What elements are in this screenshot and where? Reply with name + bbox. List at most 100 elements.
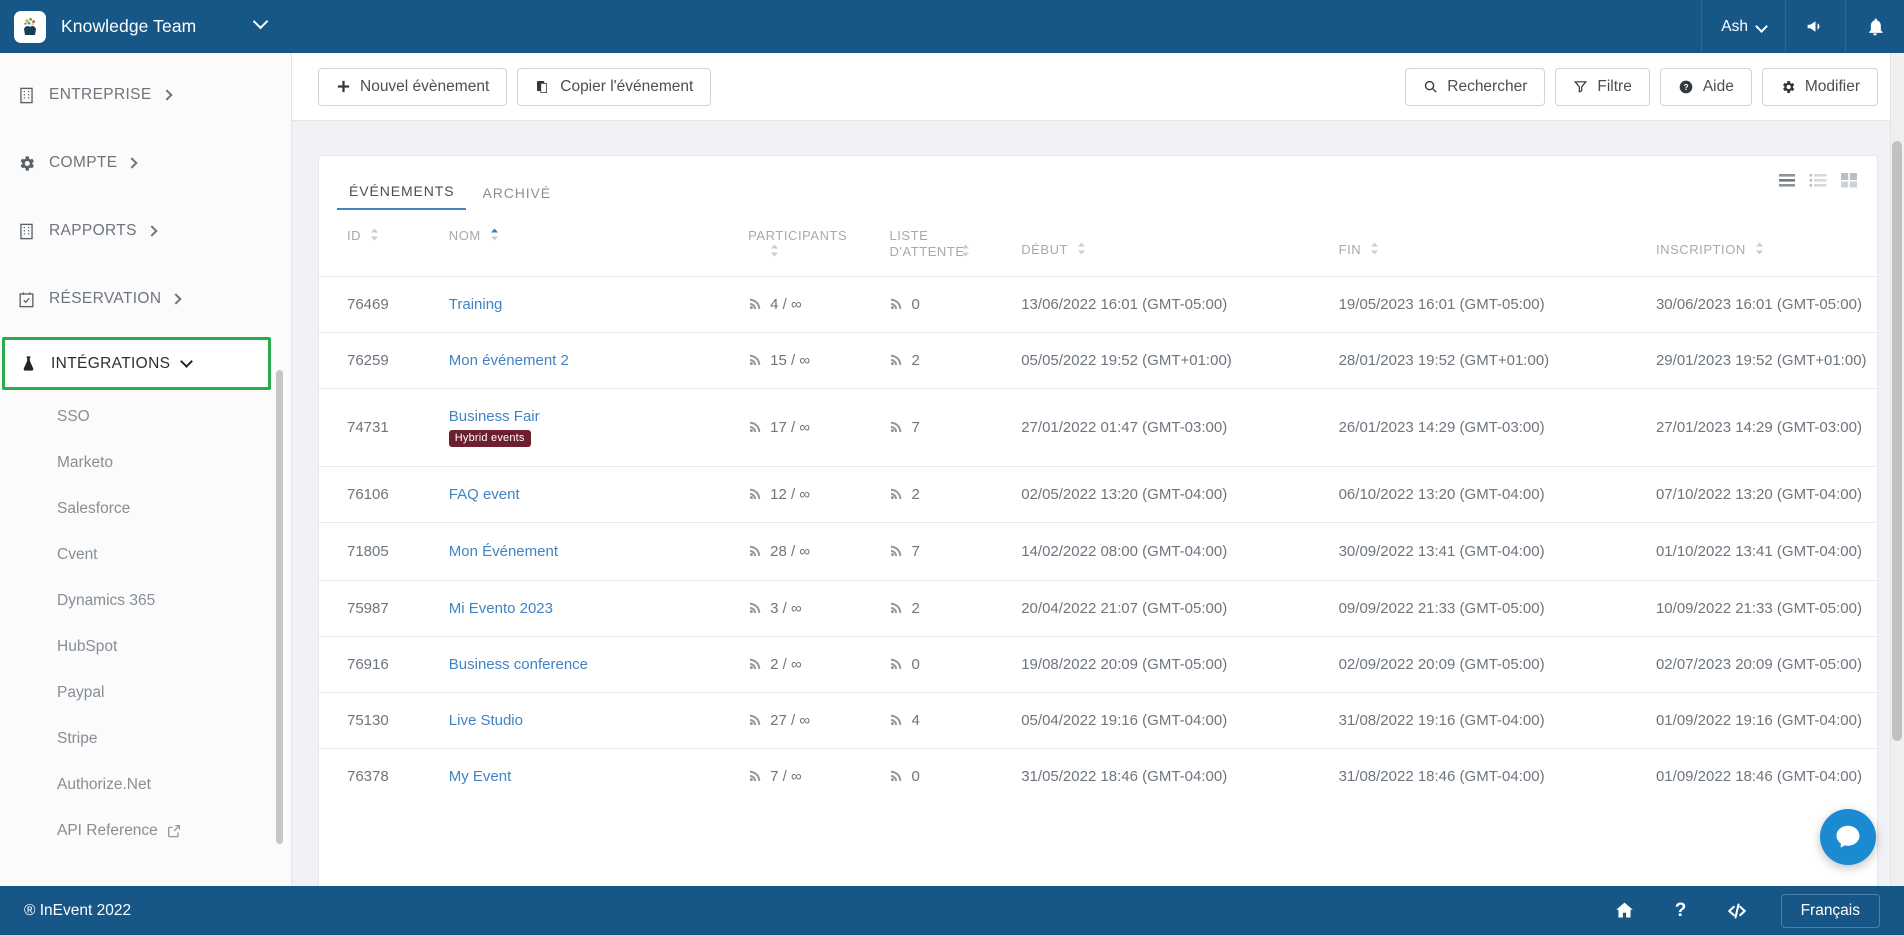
event-name-link[interactable]: Training <box>449 296 503 313</box>
cell-participants: 7 / ∞ <box>738 748 880 804</box>
event-name-link[interactable]: Mon Événement <box>449 543 558 560</box>
table-row[interactable]: 76469 Training 4 / ∞ 0 13/06/2022 16:01 … <box>319 275 1877 332</box>
copy-event-button[interactable]: Copier l'événement <box>517 67 712 106</box>
sidebar-item-marketo[interactable]: Marketo <box>0 440 291 486</box>
page-scrollbar-thumb[interactable] <box>1892 141 1902 741</box>
event-name-link[interactable]: Live Studio <box>449 712 523 729</box>
sidebar-item-cvent[interactable]: Cvent <box>0 532 291 578</box>
cell-registration: 02/07/2023 20:09 (GMT-05:00) <box>1645 636 1877 693</box>
sidebar-item-entreprise[interactable]: ENTREPRISE <box>0 61 291 129</box>
sidebar-item-label: RAPPORTS <box>49 222 137 239</box>
table-row[interactable]: 76259 Mon événement 2 15 / ∞ 2 05/05/202… <box>319 331 1877 388</box>
cell-waitlist: 0 <box>879 275 1012 332</box>
event-name-link[interactable]: Business conference <box>449 656 588 673</box>
cell-start: 19/08/2022 20:09 (GMT-05:00) <box>1011 636 1329 693</box>
participants-value: 17 / ∞ <box>770 418 811 436</box>
event-name-link[interactable]: Business Fair <box>449 408 540 425</box>
table-row[interactable]: 75130 Live Studio 27 / ∞ 4 05/04/2022 19… <box>319 692 1877 749</box>
brand-switcher[interactable]: Knowledge Team <box>0 0 292 53</box>
cell-participants: 2 / ∞ <box>738 636 880 693</box>
column-label: FIN <box>1338 242 1362 258</box>
cell-waitlist: 0 <box>879 748 1012 804</box>
sidebar-item-sso[interactable]: SSO <box>0 394 291 440</box>
table-row[interactable]: 76916 Business conference 2 / ∞ 0 19/08/… <box>319 636 1877 693</box>
search-label: Rechercher <box>1447 77 1528 95</box>
sort-icon <box>1755 242 1764 259</box>
tab-archive[interactable]: ARCHIVÉ <box>470 185 563 210</box>
participants-value: 12 / ∞ <box>770 485 811 503</box>
edit-button[interactable]: Modifier <box>1761 67 1878 106</box>
sidebar-subitem-label: Marketo <box>57 454 113 471</box>
chat-bubble-icon[interactable] <box>1820 809 1876 865</box>
table-row[interactable]: 76106 FAQ event 12 / ∞ 2 02/05/2022 13:2… <box>319 465 1877 522</box>
question-mark-icon[interactable]: ? <box>1653 886 1709 935</box>
page-scrollbar-track[interactable] <box>1890 53 1904 886</box>
filter-button[interactable]: Filtre <box>1555 67 1650 106</box>
filter-icon <box>1573 79 1588 94</box>
home-icon[interactable] <box>1597 886 1653 935</box>
participants-value: 4 / ∞ <box>770 295 802 313</box>
table-row[interactable]: 76378 My Event 7 / ∞ 0 31/05/2022 18:46 … <box>319 748 1877 804</box>
sidebar-item-hubspot[interactable]: HubSpot <box>0 624 291 670</box>
participants-value: 15 / ∞ <box>770 351 811 369</box>
cell-end: 26/01/2023 14:29 (GMT-03:00) <box>1328 387 1646 466</box>
cell-id: 76106 <box>319 465 439 522</box>
waitlist-value: 0 <box>911 656 920 673</box>
sidebar-item-stripe[interactable]: Stripe <box>0 716 291 762</box>
search-icon <box>1423 79 1438 94</box>
sidebar-item-authorize-net[interactable]: Authorize.Net <box>0 762 291 808</box>
list-view-icon[interactable] <box>1777 170 1797 190</box>
column-header-id[interactable]: ID <box>319 210 439 276</box>
event-name-link[interactable]: Mi Evento 2023 <box>449 600 553 617</box>
column-header-liste-dattente[interactable]: LISTE D'ATTENTE <box>879 210 1011 276</box>
footer-copyright: ® InEvent 2022 <box>24 901 132 919</box>
sort-icon <box>1370 242 1379 259</box>
megaphone-icon[interactable] <box>1785 0 1845 53</box>
column-label: LISTE D'ATTENTE <box>889 228 965 260</box>
cell-start: 13/06/2022 16:01 (GMT-05:00) <box>1011 275 1329 332</box>
search-button[interactable]: Rechercher <box>1405 67 1546 106</box>
cell-participants: 12 / ∞ <box>738 465 880 522</box>
bell-icon[interactable] <box>1845 0 1904 53</box>
cell-registration: 01/09/2022 18:46 (GMT-04:00) <box>1645 748 1877 804</box>
table-row[interactable]: 74731 Business Fair Hybrid events 17 / ∞… <box>319 387 1877 466</box>
user-menu[interactable]: Ash <box>1701 0 1785 53</box>
event-name-link[interactable]: Mon événement 2 <box>449 352 569 369</box>
grid-view-icon[interactable] <box>1839 170 1859 190</box>
tab-evenements[interactable]: ÉVÉNEMENTS <box>337 183 467 210</box>
table-row[interactable]: 75987 Mi Evento 2023 3 / ∞ 2 20/04/2022 … <box>319 580 1877 637</box>
new-event-button[interactable]: Nouvel évènement <box>318 67 508 106</box>
chevron-down-icon[interactable] <box>252 13 269 31</box>
sidebar-item-api-reference[interactable]: API Reference <box>0 808 291 854</box>
sidebar-scrollbar-track[interactable] <box>276 106 287 886</box>
sidebar-scrollbar-thumb[interactable] <box>276 370 283 844</box>
sort-icon-asc <box>490 228 499 245</box>
sidebar-item-dynamics-365[interactable]: Dynamics 365 <box>0 578 291 624</box>
column-header-inscription[interactable]: INSCRIPTION <box>1646 210 1877 276</box>
event-name-link[interactable]: My Event <box>449 768 512 785</box>
column-header-fin[interactable]: FIN <box>1329 210 1646 276</box>
column-header-debut[interactable]: DÉBUT <box>1011 210 1328 276</box>
detail-list-view-icon[interactable] <box>1808 170 1828 190</box>
column-header-nom[interactable]: NOM <box>439 210 738 276</box>
sidebar-item-rapports[interactable]: RAPPORTS <box>0 197 291 265</box>
sort-icon <box>1077 242 1086 259</box>
code-icon[interactable] <box>1709 886 1765 935</box>
event-name-link[interactable]: FAQ event <box>449 486 520 503</box>
sidebar-item-paypal[interactable]: Paypal <box>0 670 291 716</box>
sidebar-item-compte[interactable]: COMPTE <box>0 129 291 197</box>
sidebar-item-salesforce[interactable]: Salesforce <box>0 486 291 532</box>
table-header: ID NOM PARTICIPANTS LISTE D'ATTENTE DÉBU… <box>319 210 1877 276</box>
sidebar-item-reservation[interactable]: RÉSERVATION <box>0 265 291 333</box>
cell-participants: 15 / ∞ <box>738 331 880 388</box>
column-header-participants[interactable]: PARTICIPANTS <box>738 210 879 276</box>
sidebar-item-integrations[interactable]: INTÉGRATIONS <box>2 337 271 390</box>
language-selector[interactable]: Français <box>1780 893 1880 928</box>
help-button[interactable]: ? Aide <box>1659 67 1752 106</box>
sidebar: ENTREPRISE COMPTE RAPPORTS RÉSERVATION I… <box>0 53 292 886</box>
cell-end: 02/09/2022 20:09 (GMT-05:00) <box>1328 636 1646 693</box>
cell-registration: 29/01/2023 19:52 (GMT+01:00) <box>1645 331 1877 388</box>
table-row[interactable]: 71805 Mon Événement 28 / ∞ 7 14/02/2022 … <box>319 521 1877 581</box>
main-content: Nouvel évènement Copier l'événement Rech… <box>292 53 1904 925</box>
cell-name: FAQ event <box>438 465 739 522</box>
